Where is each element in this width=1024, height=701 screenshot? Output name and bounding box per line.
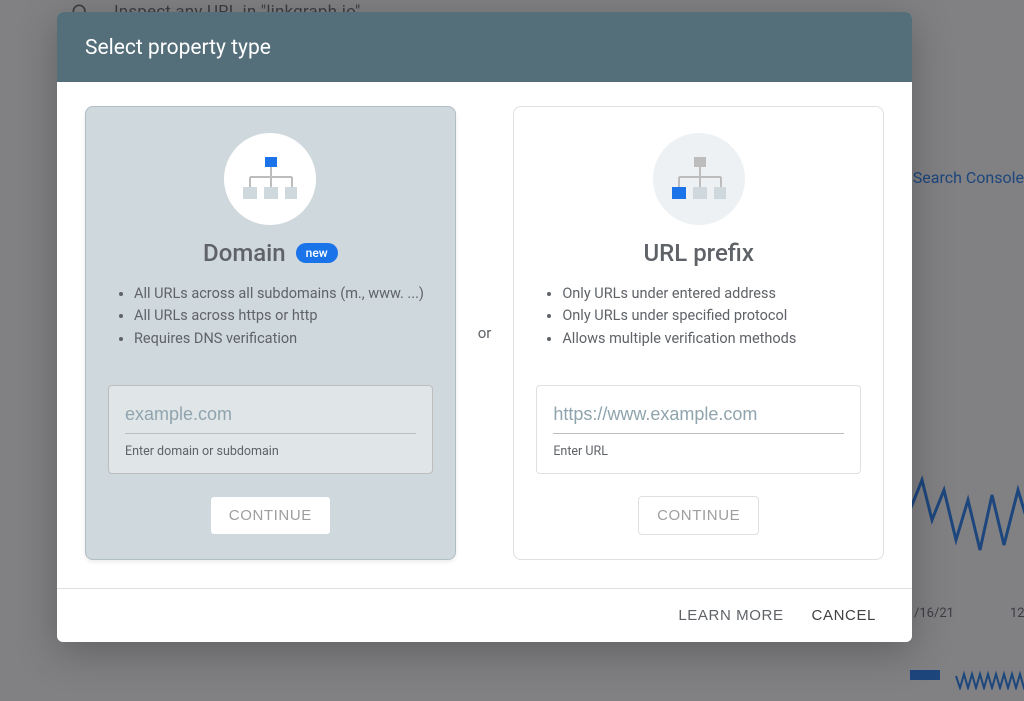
learn-more-button[interactable]: LEARN MORE <box>678 607 783 624</box>
modal-footer: LEARN MORE CANCEL <box>57 588 912 642</box>
domain-card-title: Domain <box>203 239 286 267</box>
url-input-helper: Enter URL <box>553 444 844 459</box>
modal-body: Domain new All URLs across all subdomain… <box>57 82 912 588</box>
list-item: Only URLs under specified protocol <box>562 305 861 327</box>
url-card-bullets: Only URLs under entered address Only URL… <box>536 283 861 363</box>
sitemap-icon <box>243 157 297 201</box>
modal-title: Select property type <box>57 12 912 82</box>
domain-card-bullets: All URLs across all subdomains (m., www.… <box>108 283 433 363</box>
url-card-title: URL prefix <box>643 239 753 267</box>
list-item: Only URLs under entered address <box>562 283 861 305</box>
url-card-title-row: URL prefix <box>643 239 753 267</box>
cancel-button[interactable]: CANCEL <box>812 607 876 624</box>
domain-card-title-row: Domain new <box>203 239 338 267</box>
url-input-box: Enter URL <box>536 385 861 474</box>
domain-input-box: Enter domain or subdomain <box>108 385 433 474</box>
url-prefix-property-card[interactable]: URL prefix Only URLs under entered addre… <box>513 106 884 560</box>
list-item: Allows multiple verification methods <box>562 328 861 350</box>
domain-icon-circle <box>224 133 316 225</box>
domain-input-helper: Enter domain or subdomain <box>125 444 416 459</box>
new-badge: new <box>296 243 338 263</box>
domain-property-card[interactable]: Domain new All URLs across all subdomain… <box>85 106 456 560</box>
url-continue-button[interactable]: CONTINUE <box>638 496 759 535</box>
or-separator: or <box>478 324 492 342</box>
list-item: Requires DNS verification <box>134 328 433 350</box>
select-property-type-modal: Select property type Domain new <box>57 12 912 642</box>
url-icon-circle <box>653 133 745 225</box>
domain-continue-button[interactable]: CONTINUE <box>210 496 331 535</box>
sitemap-icon <box>672 157 726 201</box>
url-input[interactable] <box>553 398 844 434</box>
list-item: All URLs across https or http <box>134 305 433 327</box>
list-item: All URLs across all subdomains (m., www.… <box>134 283 433 305</box>
domain-input[interactable] <box>125 398 416 434</box>
